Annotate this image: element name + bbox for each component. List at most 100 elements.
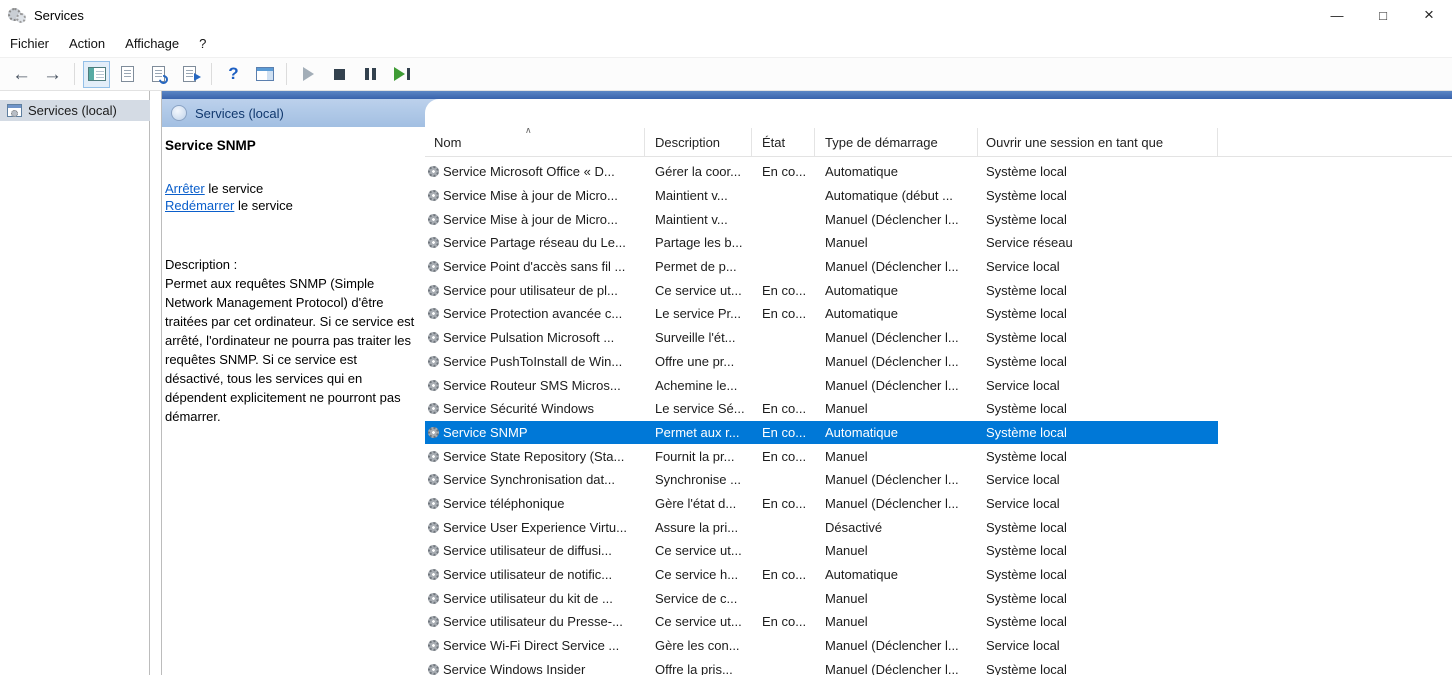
services-window: Services — □ × Fichier Action Affichage … bbox=[0, 0, 1452, 675]
service-gear-icon bbox=[428, 237, 439, 248]
table-row[interactable]: Service Pulsation Microsoft ... Surveill… bbox=[425, 326, 1218, 350]
back-button[interactable]: ← bbox=[8, 61, 35, 88]
service-logon-cell: Système local bbox=[978, 539, 1218, 563]
service-description: Permet aux requêtes SNMP (Simple Network… bbox=[165, 274, 417, 426]
close-button[interactable]: × bbox=[1406, 0, 1452, 30]
service-startup-cell: Manuel bbox=[815, 397, 978, 421]
help-icon: ? bbox=[228, 64, 238, 84]
column-header-nom[interactable]: ∧ Nom bbox=[425, 128, 645, 156]
service-description-cell: Offre une pr... bbox=[645, 350, 752, 374]
refresh-button[interactable] bbox=[145, 61, 172, 88]
service-description-cell: Gère les con... bbox=[645, 634, 752, 658]
restart-service-line: Redémarrer le service bbox=[165, 197, 417, 214]
menu-bar: Fichier Action Affichage ? bbox=[0, 30, 1452, 57]
services-list: ∧ Nom Description État Type de démarrage… bbox=[425, 99, 1452, 675]
service-name-cell: Service PushToInstall de Win... bbox=[425, 350, 645, 374]
service-name-cell: Service Wi-Fi Direct Service ... bbox=[425, 634, 645, 658]
stop-service-link[interactable]: Arrêter bbox=[165, 181, 205, 196]
column-header-label: Description bbox=[655, 135, 720, 150]
service-logon-cell: Système local bbox=[978, 421, 1218, 445]
service-description-cell: Surveille l'ét... bbox=[645, 326, 752, 350]
table-row[interactable]: Service utilisateur du Presse-... Ce ser… bbox=[425, 610, 1218, 634]
table-row[interactable]: Service Windows Insider Offre la pris...… bbox=[425, 657, 1218, 675]
service-gear-icon bbox=[428, 166, 439, 177]
service-logon-cell: Service réseau bbox=[978, 231, 1218, 255]
table-row[interactable]: Service Point d'accès sans fil ... Perme… bbox=[425, 255, 1218, 279]
pause-icon bbox=[365, 68, 376, 80]
service-name-cell: Service SNMP bbox=[425, 421, 645, 445]
table-row[interactable]: Service Mise à jour de Micro... Maintien… bbox=[425, 184, 1218, 208]
table-row[interactable]: Service PushToInstall de Win... Offre un… bbox=[425, 350, 1218, 374]
column-header-description[interactable]: Description bbox=[645, 128, 752, 156]
start-service-button[interactable] bbox=[295, 61, 322, 88]
service-logon-cell: Système local bbox=[978, 563, 1218, 587]
stop-service-button[interactable] bbox=[326, 61, 353, 88]
service-name-cell: Service Microsoft Office « D... bbox=[425, 160, 645, 184]
menu-action[interactable]: Action bbox=[59, 30, 115, 57]
pane-top-strip bbox=[162, 91, 1452, 99]
action-pane-button[interactable] bbox=[251, 61, 278, 88]
table-row[interactable]: Service User Experience Virtu... Assure … bbox=[425, 515, 1218, 539]
service-startup-cell: Manuel bbox=[815, 539, 978, 563]
table-row[interactable]: Service Microsoft Office « D... Gérer la… bbox=[425, 160, 1218, 184]
service-gear-icon bbox=[428, 545, 439, 556]
column-header-ouvrir-session[interactable]: Ouvrir une session en tant que bbox=[978, 128, 1218, 156]
service-state-cell: En co... bbox=[752, 444, 815, 468]
column-header-etat[interactable]: État bbox=[752, 128, 815, 156]
service-name-cell: Service téléphonique bbox=[425, 492, 645, 516]
service-logon-cell: Service local bbox=[978, 634, 1218, 658]
minimize-button[interactable]: — bbox=[1314, 0, 1360, 30]
toolbar: ← → ? bbox=[0, 57, 1452, 91]
table-row[interactable]: Service Routeur SMS Micros... Achemine l… bbox=[425, 373, 1218, 397]
menu-fichier[interactable]: Fichier bbox=[0, 30, 59, 57]
console-tree-pane: Services (local) bbox=[0, 91, 150, 675]
service-startup-cell: Automatique bbox=[815, 278, 978, 302]
back-arrow-icon: ← bbox=[12, 65, 31, 84]
service-description-cell: Fournit la pr... bbox=[645, 444, 752, 468]
restart-service-link[interactable]: Redémarrer bbox=[165, 198, 234, 213]
table-row[interactable]: Service SNMP Permet aux r... En co... Au… bbox=[425, 421, 1218, 445]
stop-service-suffix: le service bbox=[205, 181, 264, 196]
service-startup-cell: Manuel (Déclencher l... bbox=[815, 634, 978, 658]
table-row[interactable]: Service Sécurité Windows Le service Sé..… bbox=[425, 397, 1218, 421]
service-state-cell bbox=[752, 657, 815, 675]
forward-arrow-icon: → bbox=[43, 65, 62, 84]
service-startup-cell: Manuel bbox=[815, 610, 978, 634]
menu-affichage[interactable]: Affichage bbox=[115, 30, 189, 57]
service-state-cell: En co... bbox=[752, 563, 815, 587]
properties-icon bbox=[121, 66, 134, 82]
table-row[interactable]: Service Protection avancée c... Le servi… bbox=[425, 302, 1218, 326]
table-row[interactable]: Service Partage réseau du Le... Partage … bbox=[425, 231, 1218, 255]
table-row[interactable]: Service téléphonique Gère l'état d... En… bbox=[425, 492, 1218, 516]
properties-button[interactable] bbox=[114, 61, 141, 88]
column-header-type-demarrage[interactable]: Type de démarrage bbox=[815, 128, 978, 156]
table-row[interactable]: Service State Repository (Sta... Fournit… bbox=[425, 444, 1218, 468]
action-pane-icon bbox=[256, 67, 274, 81]
start-icon bbox=[303, 67, 314, 81]
tree-item-services-local[interactable]: Services (local) bbox=[0, 100, 150, 121]
pause-service-button[interactable] bbox=[357, 61, 384, 88]
table-rows: Service Microsoft Office « D... Gérer la… bbox=[425, 160, 1218, 675]
table-row[interactable]: Service utilisateur de diffusi... Ce ser… bbox=[425, 539, 1218, 563]
restart-service-button[interactable] bbox=[388, 61, 415, 88]
maximize-button[interactable]: □ bbox=[1360, 0, 1406, 30]
show-console-tree-button[interactable] bbox=[83, 61, 110, 88]
table-row[interactable]: Service utilisateur de notific... Ce ser… bbox=[425, 563, 1218, 587]
restart-service-suffix: le service bbox=[234, 198, 293, 213]
service-logon-cell: Système local bbox=[978, 326, 1218, 350]
table-row[interactable]: Service Mise à jour de Micro... Maintien… bbox=[425, 207, 1218, 231]
service-description-cell: Partage les b... bbox=[645, 231, 752, 255]
service-state-cell bbox=[752, 350, 815, 374]
forward-button[interactable]: → bbox=[39, 61, 66, 88]
menu-help[interactable]: ? bbox=[189, 30, 216, 57]
table-row[interactable]: Service utilisateur du kit de ... Servic… bbox=[425, 586, 1218, 610]
table-row[interactable]: Service Wi-Fi Direct Service ... Gère le… bbox=[425, 634, 1218, 658]
table-row[interactable]: Service pour utilisateur de pl... Ce ser… bbox=[425, 278, 1218, 302]
service-description-cell: Maintient v... bbox=[645, 207, 752, 231]
help-button[interactable]: ? bbox=[220, 61, 247, 88]
service-logon-cell: Système local bbox=[978, 160, 1218, 184]
service-name-cell: Service pour utilisateur de pl... bbox=[425, 278, 645, 302]
service-startup-cell: Automatique (début ... bbox=[815, 184, 978, 208]
table-row[interactable]: Service Synchronisation dat... Synchroni… bbox=[425, 468, 1218, 492]
export-list-button[interactable] bbox=[176, 61, 203, 88]
